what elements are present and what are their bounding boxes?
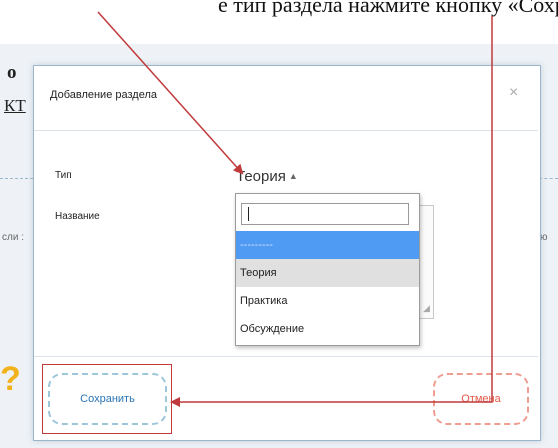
resize-grip-icon[interactable]: ◢ bbox=[423, 303, 430, 314]
dialog-title: Добавление раздела bbox=[50, 89, 157, 101]
cancel-button[interactable]: Отмена bbox=[433, 373, 529, 425]
background-text-fragment-left: сли : bbox=[2, 232, 24, 243]
background-text-fragment-right: ю bbox=[540, 232, 548, 243]
type-label: Тип bbox=[55, 170, 72, 181]
type-select-value: Теория bbox=[236, 168, 286, 185]
text-cursor bbox=[248, 207, 249, 221]
instruction-text: е тип раздела нажмите кнопку «Сохранить»… bbox=[0, 0, 558, 36]
dropdown-option-empty[interactable]: --------- bbox=[236, 231, 419, 259]
background-divider bbox=[539, 178, 558, 179]
close-icon[interactable]: × bbox=[509, 84, 518, 102]
dropdown-search-input[interactable] bbox=[241, 203, 409, 225]
name-label: Название bbox=[55, 211, 100, 222]
background-divider bbox=[0, 178, 33, 179]
background-link-fragment[interactable]: КТ bbox=[4, 96, 26, 116]
dialog-footer-divider bbox=[34, 356, 538, 357]
instruction-line: е тип раздела нажмите кнопку «Сохранить»… bbox=[218, 0, 558, 17]
background-heading-fragment: о bbox=[7, 62, 17, 83]
chevron-up-icon: ▲ bbox=[288, 171, 298, 181]
type-select[interactable]: Теория ▲ bbox=[236, 168, 298, 185]
help-icon: ? bbox=[0, 360, 21, 398]
dropdown-option-theory[interactable]: Теория bbox=[236, 259, 419, 287]
save-button[interactable]: Сохранить bbox=[48, 373, 167, 425]
type-dropdown: --------- Теория Практика Обсуждение bbox=[235, 193, 420, 346]
dropdown-option-practice[interactable]: Практика bbox=[236, 287, 419, 315]
dialog-header-divider bbox=[34, 130, 538, 131]
dropdown-option-discussion[interactable]: Обсуждение bbox=[236, 315, 419, 343]
